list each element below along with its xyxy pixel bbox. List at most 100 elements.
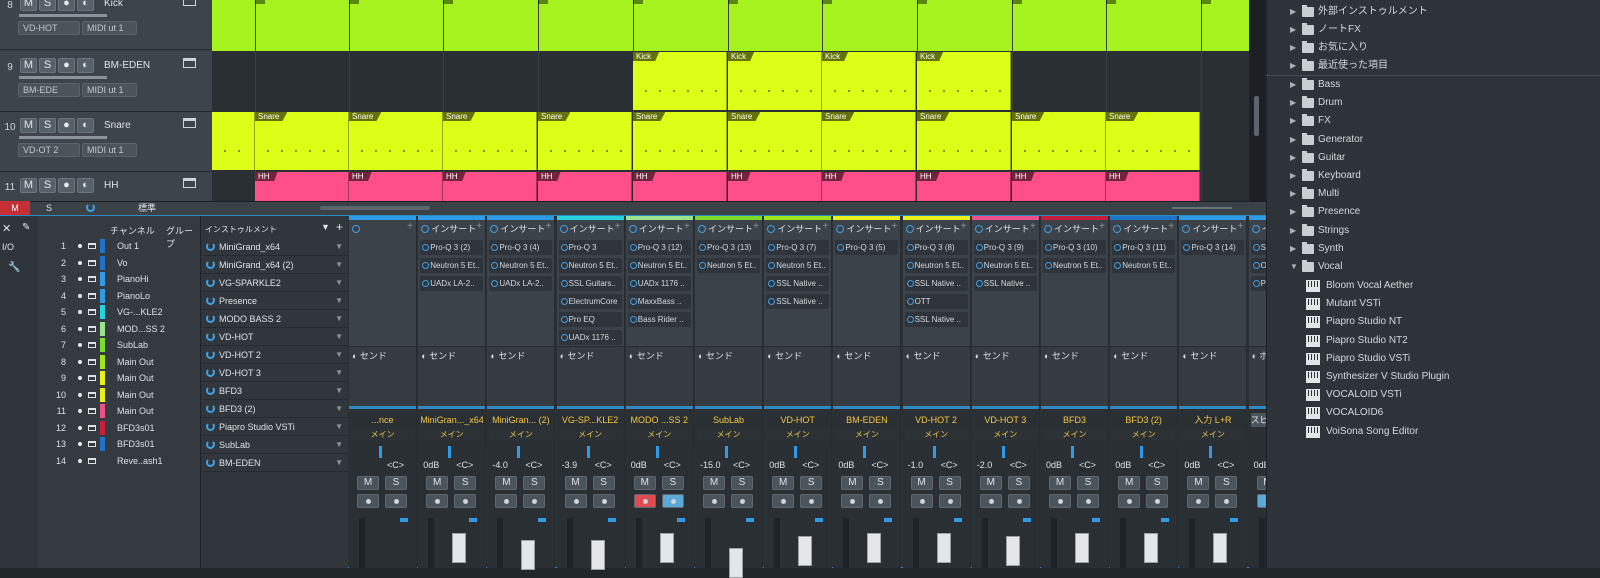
channel-strip[interactable]: + ◐ センド ...nce メイン <C> M S bbox=[349, 216, 417, 568]
track-kick[interactable]: 8 M S ● ◐ Kick VD-HOT MIDI ut 1 bbox=[0, 0, 212, 50]
channel-name[interactable]: BFD3 bbox=[1043, 413, 1106, 427]
browser-item[interactable]: Synthesizer V Studio Plugin bbox=[1266, 368, 1600, 386]
insert-slot[interactable]: UADx 1176 .. bbox=[627, 276, 691, 291]
mute-button[interactable]: M bbox=[1118, 476, 1141, 490]
lane-kick[interactable] bbox=[212, 0, 1249, 51]
power-icon[interactable] bbox=[206, 332, 215, 341]
browser-item[interactable]: Piapro Studio VSTi bbox=[1266, 350, 1600, 368]
expand-arrow[interactable]: ▶ bbox=[1290, 240, 1296, 258]
browser-item[interactable]: ▶ お気に入り bbox=[1266, 39, 1600, 57]
insert-slot[interactable]: Pro-Q 3 (9) bbox=[973, 240, 1037, 255]
solo-button[interactable]: S bbox=[731, 476, 753, 490]
power-icon[interactable] bbox=[206, 440, 215, 449]
clip[interactable]: Snare bbox=[255, 112, 349, 170]
insert-slot[interactable]: Bass Rider .. bbox=[627, 312, 691, 327]
record-button[interactable] bbox=[633, 494, 656, 508]
record-button[interactable]: ● bbox=[58, 0, 75, 11]
expand-arrow[interactable]: ▶ bbox=[1290, 167, 1296, 185]
instrument-row[interactable]: VD-HOT 2 ▼ bbox=[201, 346, 348, 364]
fader-track[interactable] bbox=[359, 518, 365, 568]
channel-strip[interactable]: インサート + Pro-Q 3 (2) Neutron 5 Et.. UADx LA-2… bbox=[418, 216, 487, 568]
wrench-icon[interactable]: 🔧 bbox=[8, 262, 20, 273]
power-icon[interactable] bbox=[206, 458, 215, 467]
solo-button[interactable]: S bbox=[39, 0, 56, 11]
insert-slot[interactable]: OTT bbox=[904, 294, 968, 309]
insert-slot[interactable]: MaxxBass .. bbox=[627, 294, 691, 309]
send-label[interactable]: ◐ センド bbox=[421, 349, 456, 362]
clip[interactable]: HH bbox=[538, 172, 632, 201]
pan-indicator[interactable] bbox=[379, 446, 382, 458]
output-bus[interactable]: メイン bbox=[1043, 429, 1106, 441]
channel-row[interactable]: 14 Reve..ash1 bbox=[38, 453, 200, 469]
send-label[interactable]: ◐ センド bbox=[906, 349, 941, 362]
pan-indicator[interactable] bbox=[794, 446, 798, 458]
fader-cap[interactable] bbox=[798, 536, 813, 566]
clip[interactable]: HH bbox=[728, 172, 822, 201]
record-button[interactable] bbox=[910, 494, 933, 508]
monitor-button[interactable] bbox=[1146, 494, 1169, 508]
output-bus[interactable]: メイン bbox=[627, 429, 691, 441]
instrument-row[interactable]: Presence ▼ bbox=[201, 292, 348, 310]
monitor-button[interactable] bbox=[869, 494, 892, 508]
zoom-slider[interactable] bbox=[1172, 207, 1232, 209]
mute-button[interactable]: M bbox=[495, 476, 518, 490]
monitor-button[interactable] bbox=[385, 494, 407, 508]
fader-track[interactable] bbox=[635, 518, 642, 568]
solo-button[interactable]: S bbox=[938, 476, 961, 490]
power-icon[interactable] bbox=[206, 368, 215, 377]
record-button[interactable] bbox=[1187, 494, 1210, 508]
channel-name[interactable]: MiniGran... (2) bbox=[489, 413, 553, 427]
pan-indicator[interactable] bbox=[932, 446, 936, 458]
channel-row[interactable]: 6 MOD...SS 2 bbox=[38, 321, 200, 337]
power-icon[interactable] bbox=[206, 350, 215, 359]
fader-cap[interactable] bbox=[1144, 533, 1159, 563]
add-insert-button[interactable]: + bbox=[753, 221, 759, 232]
fader-track[interactable] bbox=[566, 518, 573, 568]
channel-row[interactable]: 13 BFD3s01 bbox=[38, 436, 200, 452]
insert-slot[interactable]: SSL Native .. bbox=[766, 276, 830, 291]
send-label[interactable]: ◐ センド bbox=[560, 349, 595, 362]
send-label[interactable]: ◐ センド bbox=[698, 349, 733, 362]
expand-arrow[interactable]: ▶ bbox=[1290, 57, 1296, 75]
power-icon[interactable] bbox=[206, 314, 215, 323]
instrument-row[interactable]: BM-EDEN ▼ bbox=[201, 454, 348, 472]
solo-button[interactable]: S bbox=[385, 476, 407, 490]
dropdown-icon[interactable]: ▼ bbox=[335, 274, 343, 292]
fader-track[interactable] bbox=[774, 518, 781, 568]
channel-row[interactable]: 11 Main Out bbox=[38, 403, 200, 419]
monitor-button[interactable] bbox=[1215, 494, 1238, 508]
insert-header[interactable]: インサート bbox=[627, 222, 692, 236]
expand-arrow[interactable]: ▼ bbox=[1290, 258, 1298, 276]
monitor-button[interactable]: ◐ bbox=[77, 178, 94, 193]
insert-header[interactable]: インサート bbox=[904, 222, 969, 236]
track-snare[interactable]: 10 M S ● ◐ Snare VD-OT 2 MIDI ut 1 bbox=[0, 112, 212, 172]
channel-row[interactable]: 2 Vo bbox=[38, 255, 200, 271]
output-bus[interactable]: メイン bbox=[904, 429, 968, 441]
fader-track[interactable] bbox=[981, 518, 988, 568]
solo-button[interactable]: S bbox=[869, 476, 892, 490]
console-solo-button[interactable]: S bbox=[46, 201, 52, 215]
browser-item[interactable]: ▼ Vocal bbox=[1266, 258, 1600, 276]
insert-slot[interactable]: Pro-Q 3 (2) bbox=[420, 240, 484, 255]
insert-slot[interactable]: Pro-Q 3 (13) bbox=[697, 240, 760, 255]
insert-slot[interactable]: Neutron 5 Et.. bbox=[766, 258, 830, 273]
channel-name[interactable]: MiniGran..._x64 bbox=[420, 413, 484, 427]
insert-slot[interactable]: Neutron 5 Et.. bbox=[627, 258, 691, 273]
pan-indicator[interactable] bbox=[1001, 446, 1005, 458]
mute-button[interactable]: M bbox=[979, 476, 1002, 490]
record-button[interactable] bbox=[841, 494, 864, 508]
browser-item[interactable]: ▶ Strings bbox=[1266, 222, 1600, 240]
monitor-button[interactable] bbox=[661, 494, 684, 508]
clip[interactable]: Kick bbox=[633, 52, 727, 110]
output-bus[interactable]: メイン bbox=[835, 429, 899, 441]
solo-button[interactable]: S bbox=[39, 58, 56, 73]
clip[interactable]: Snare bbox=[538, 112, 632, 170]
mute-button[interactable]: M bbox=[20, 118, 37, 133]
expand-arrow[interactable]: ▶ bbox=[1290, 21, 1296, 39]
insert-slot[interactable]: Pro-Q 3 (8) bbox=[904, 240, 968, 255]
insert-slot[interactable]: SSL Native .. bbox=[973, 276, 1037, 291]
clip[interactable]: HH bbox=[1012, 172, 1106, 201]
fader-track[interactable] bbox=[912, 518, 919, 568]
channel-strip[interactable]: インサート + Pro-Q 3 (4) Neutron 5 Et.. UADx LA-2… bbox=[487, 216, 556, 570]
clip[interactable]: Snare bbox=[728, 112, 822, 170]
